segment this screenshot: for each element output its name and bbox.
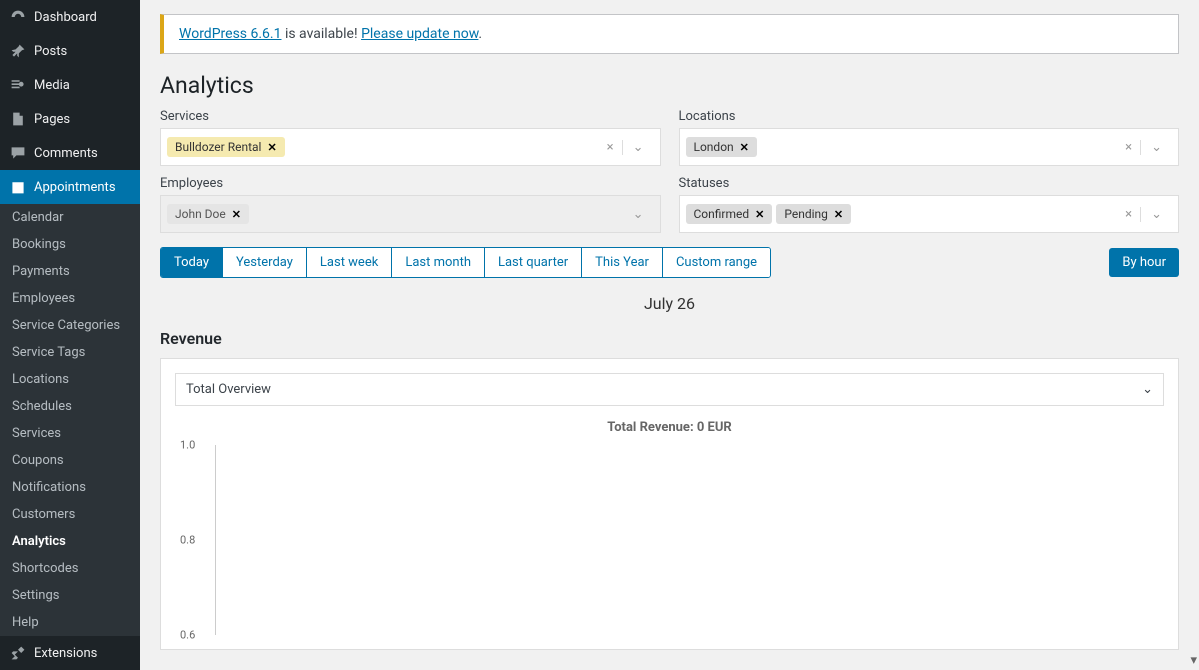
main-content: WordPress 6.6.1 is available! Please upd… <box>140 0 1199 670</box>
scroll-down-icon: ▾ <box>1190 653 1197 668</box>
nav-label: Extensions <box>34 646 97 661</box>
range-yesterday[interactable]: Yesterday <box>223 248 307 277</box>
nav-subitem-services[interactable]: Services <box>0 420 140 447</box>
nav-subitem-payments[interactable]: Payments <box>0 258 140 285</box>
calendar-icon <box>8 177 28 197</box>
nav-subitem-locations[interactable]: Locations <box>0 366 140 393</box>
update-now-link[interactable]: Please update now <box>361 26 478 42</box>
update-notice: WordPress 6.6.1 is available! Please upd… <box>160 14 1179 54</box>
chevron-down-icon: ⌄ <box>1142 382 1153 397</box>
filter-chip: John Doe ✕ <box>167 204 249 224</box>
revenue-heading: Revenue <box>160 329 1179 348</box>
filter-chip: Confirmed ✕ <box>686 204 773 224</box>
nav-subitem-notifications[interactable]: Notifications <box>0 474 140 501</box>
nav-label: Comments <box>34 146 98 161</box>
clear-icon[interactable]: × <box>599 140 622 155</box>
chart-type-select[interactable]: Total Overview ⌄ <box>175 373 1164 406</box>
tools-icon <box>8 643 28 663</box>
nav-label: Posts <box>34 44 67 59</box>
chevron-down-icon[interactable]: ⌄ <box>1140 207 1172 222</box>
date-range-group: TodayYesterdayLast weekLast monthLast qu… <box>160 247 771 278</box>
chevron-down-icon[interactable]: ⌄ <box>622 140 654 155</box>
notice-text: is available! <box>281 26 361 42</box>
chart-plot-area: 1.00.80.6 <box>215 445 1164 635</box>
chart-title: Total Revenue: 0 EUR <box>175 420 1164 435</box>
chip-text: Pending <box>784 207 828 221</box>
chip-text: Confirmed <box>694 207 750 221</box>
nav-subitem-service-categories[interactable]: Service Categories <box>0 312 140 339</box>
services-field[interactable]: Bulldozer Rental ✕ × ⌄ <box>160 128 661 166</box>
nav-label: Pages <box>34 112 70 127</box>
nav-item-pages[interactable]: Pages <box>0 102 140 136</box>
nav-subitem-customers[interactable]: Customers <box>0 501 140 528</box>
chevron-down-icon[interactable]: ⌄ <box>1140 140 1172 155</box>
filter-chip: Bulldozer Rental ✕ <box>167 137 285 157</box>
filter-chip: London ✕ <box>686 137 757 157</box>
current-date-label: July 26 <box>160 294 1179 313</box>
pin-icon <box>8 41 28 61</box>
page-title: Analytics <box>160 72 1179 99</box>
chip-text: John Doe <box>175 207 226 221</box>
nav-item-posts[interactable]: Posts <box>0 34 140 68</box>
nav-item-extensions[interactable]: Extensions <box>0 636 140 670</box>
page-icon <box>8 109 28 129</box>
chart-type-value: Total Overview <box>186 382 271 397</box>
y-tick-label: 0.6 <box>180 629 195 642</box>
dashboard-icon <box>8 7 28 27</box>
remove-chip-icon[interactable]: ✕ <box>232 208 241 221</box>
nav-item-appointments[interactable]: Appointments <box>0 170 140 204</box>
filter-chip: Pending ✕ <box>776 204 851 224</box>
services-label: Services <box>160 109 661 124</box>
employees-field: John Doe ✕ ⌄ <box>160 195 661 233</box>
nav-label: Appointments <box>34 180 116 195</box>
nav-subitem-schedules[interactable]: Schedules <box>0 393 140 420</box>
remove-chip-icon[interactable]: ✕ <box>834 208 843 221</box>
nav-subitem-analytics[interactable]: Analytics <box>0 528 140 555</box>
range-last-month[interactable]: Last month <box>392 248 485 277</box>
y-tick-label: 1.0 <box>180 439 195 452</box>
range-last-quarter[interactable]: Last quarter <box>485 248 582 277</box>
media-icon <box>8 75 28 95</box>
wp-version-link[interactable]: WordPress 6.6.1 <box>179 26 281 42</box>
nav-subitem-coupons[interactable]: Coupons <box>0 447 140 474</box>
nav-subitem-bookings[interactable]: Bookings <box>0 231 140 258</box>
by-hour-button[interactable]: By hour <box>1109 248 1179 277</box>
chip-text: London <box>694 140 734 154</box>
chevron-down-icon: ⌄ <box>623 207 654 222</box>
locations-field[interactable]: London ✕ × ⌄ <box>679 128 1180 166</box>
remove-chip-icon[interactable]: ✕ <box>755 208 764 221</box>
remove-chip-icon[interactable]: ✕ <box>740 141 749 154</box>
range-last-week[interactable]: Last week <box>307 248 392 277</box>
chip-text: Bulldozer Rental <box>175 140 261 154</box>
nav-subitem-employees[interactable]: Employees <box>0 285 140 312</box>
nav-label: Media <box>34 78 70 93</box>
nav-subitem-service-tags[interactable]: Service Tags <box>0 339 140 366</box>
clear-icon[interactable]: × <box>1117 140 1140 155</box>
locations-label: Locations <box>679 109 1180 124</box>
employees-label: Employees <box>160 176 661 191</box>
range-custom-range[interactable]: Custom range <box>663 248 770 277</box>
nav-item-media[interactable]: Media <box>0 68 140 102</box>
range-this-year[interactable]: This Year <box>582 248 663 277</box>
comment-icon <box>8 143 28 163</box>
statuses-label: Statuses <box>679 176 1180 191</box>
nav-label: Dashboard <box>34 10 97 25</box>
clear-icon[interactable]: × <box>1117 207 1140 222</box>
admin-sidebar: Dashboard Posts Media Pages Comments Appointm… <box>0 0 140 670</box>
revenue-chart-card: Total Overview ⌄ Total Revenue: 0 EUR 1.… <box>160 358 1179 650</box>
nav-subitem-help[interactable]: Help <box>0 609 140 636</box>
nav-subitem-settings[interactable]: Settings <box>0 582 140 609</box>
nav-item-comments[interactable]: Comments <box>0 136 140 170</box>
nav-subitem-calendar[interactable]: Calendar <box>0 204 140 231</box>
y-tick-label: 0.8 <box>180 534 195 547</box>
statuses-field[interactable]: Confirmed ✕ Pending ✕ × ⌄ <box>679 195 1180 233</box>
nav-item-dashboard[interactable]: Dashboard <box>0 0 140 34</box>
range-today[interactable]: Today <box>161 248 223 277</box>
remove-chip-icon[interactable]: ✕ <box>267 141 276 154</box>
